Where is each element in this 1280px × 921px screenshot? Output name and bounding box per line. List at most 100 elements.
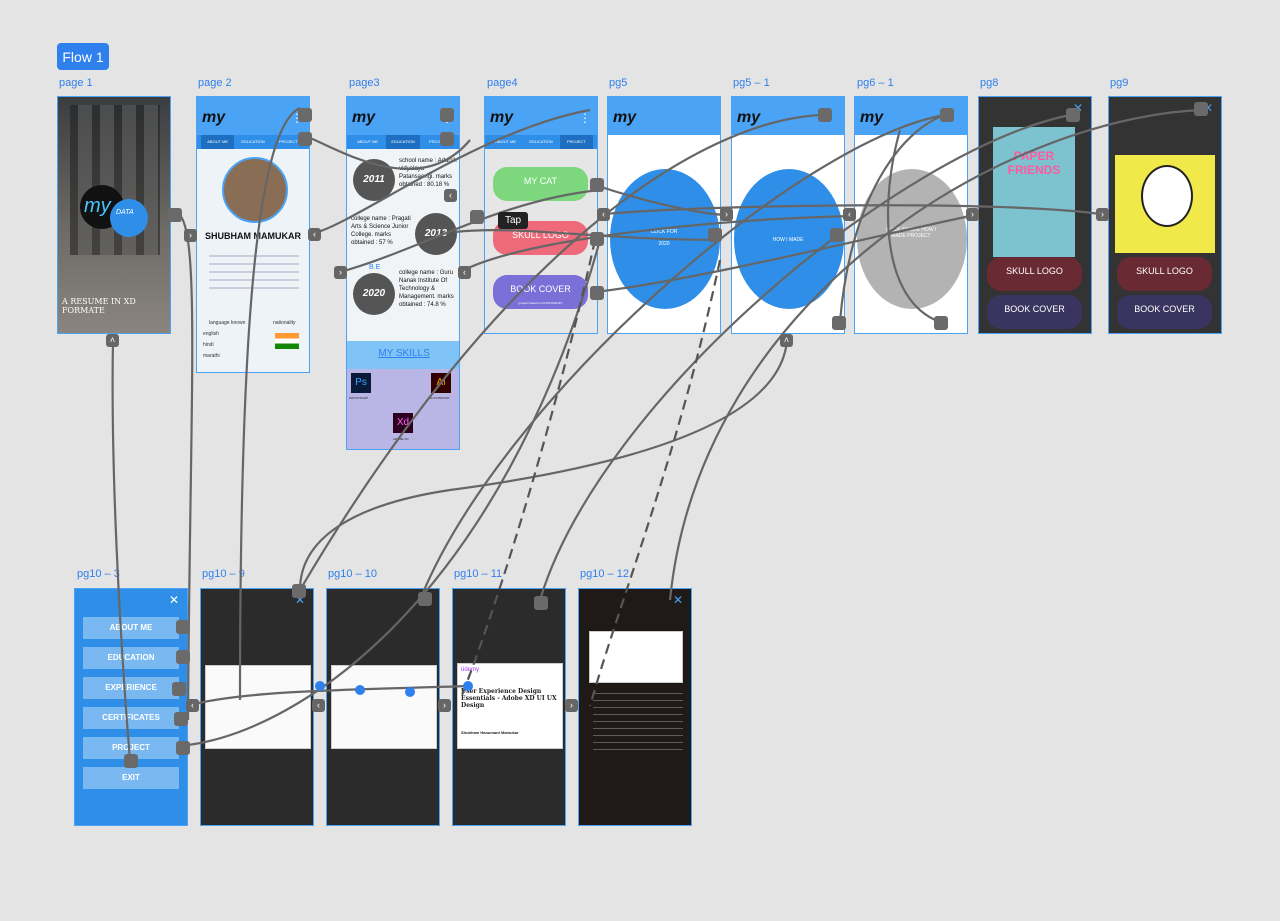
tab-education[interactable]: EDUCATION xyxy=(386,135,420,149)
close-icon[interactable]: ✕ xyxy=(673,593,683,607)
artboard-label-pg10-11[interactable]: pg10 – 11 xyxy=(454,568,502,580)
flow-1-badge[interactable]: Flow 1 xyxy=(57,43,109,70)
wire-arrow[interactable]: ˄ xyxy=(106,334,119,347)
wire-handle[interactable] xyxy=(440,108,454,122)
status-bar xyxy=(197,97,309,105)
wire-handle[interactable] xyxy=(830,228,844,242)
menu-experience[interactable]: EXPERIENCE xyxy=(83,677,179,699)
wire-handle[interactable] xyxy=(1194,102,1208,116)
artboard-pg5[interactable]: my CLICK FOR 2020 xyxy=(607,96,721,334)
internship-certificate xyxy=(589,631,683,683)
wire-arrow[interactable]: › xyxy=(438,699,451,712)
artboard-label-page3[interactable]: page3 xyxy=(349,77,380,89)
wire-arrow[interactable]: ˄ xyxy=(780,334,793,347)
book-cover-button[interactable]: BOOK COVER xyxy=(1117,295,1212,329)
artboard-pg10-10[interactable]: ✕ xyxy=(326,588,440,826)
artboard-label-pg8[interactable]: pg8 xyxy=(980,77,998,89)
menu-exit[interactable]: EXIT xyxy=(83,767,179,789)
tab-about-me[interactable]: ABOUT ME xyxy=(201,135,235,149)
menu-education[interactable]: EDUCATION xyxy=(83,647,179,669)
artboard-label-pg5[interactable]: pg5 xyxy=(609,77,627,89)
wire-arrow[interactable]: ‹ xyxy=(843,208,856,221)
wire-handle[interactable] xyxy=(440,132,454,146)
wire-arrow[interactable]: ‹ xyxy=(308,228,321,241)
circle-caption: CLICK FOR xyxy=(650,229,678,235)
artboard-label-page4[interactable]: page4 xyxy=(487,77,518,89)
wire-handle[interactable] xyxy=(124,754,138,768)
book-cover-button[interactable]: BOOK COVER xyxy=(987,295,1082,329)
wire-arrow[interactable]: ‹ xyxy=(597,208,610,221)
artboard-pg10-9[interactable]: ✕ xyxy=(200,588,314,826)
menu-about-me[interactable]: ABOUT ME xyxy=(83,617,179,639)
skills-section: MY SKILLS Ps PHOTOSHOP Ai ILLUSTRATOR Xd… xyxy=(347,341,459,449)
wire-handle[interactable] xyxy=(832,316,846,330)
wire-handle[interactable] xyxy=(708,228,722,242)
artboard-label-pg10-12[interactable]: pg10 – 12 xyxy=(580,568,629,580)
wire-arrow[interactable]: ‹ xyxy=(186,699,199,712)
wire-handle[interactable] xyxy=(176,741,190,755)
artboard-pg8[interactable]: ✕ PAPER FRIENDS SKULL LOGO BOOK COVER xyxy=(978,96,1092,334)
wire-handle[interactable] xyxy=(174,712,188,726)
wire-handle[interactable] xyxy=(176,650,190,664)
college2-info: college name : Guru Nanak Institute Of T… xyxy=(399,270,454,308)
artboard-page1[interactable]: my DATA A RESUME IN XD FORMATE xyxy=(57,96,171,334)
wire-arrow[interactable]: ‹ xyxy=(312,699,325,712)
artboard-pg10-11[interactable]: üdemy User Experience Design Essentials … xyxy=(452,588,566,826)
wire-arrow[interactable]: ‹ xyxy=(458,266,471,279)
tab-about-me[interactable]: ABOUT ME xyxy=(489,135,522,149)
wire-handle[interactable] xyxy=(590,178,604,192)
wire-arrow[interactable]: › xyxy=(1096,208,1109,221)
book-cover-button[interactable]: BOOK COVER (project based on PHOTOSHOP) xyxy=(493,275,588,309)
wire-handle[interactable] xyxy=(298,132,312,146)
artboard-pg9[interactable]: ✕ SKULL LOGO BOOK COVER xyxy=(1108,96,1222,334)
circle-year: 2020 xyxy=(658,241,670,247)
my-cat-button[interactable]: MY CAT xyxy=(493,167,588,201)
tap-tooltip: Tap xyxy=(498,212,528,229)
close-icon[interactable]: ✕ xyxy=(169,593,179,607)
skull-logo-button[interactable]: SKULL LOGO xyxy=(1117,257,1212,291)
wire-handle[interactable] xyxy=(176,620,190,634)
wire-handle[interactable] xyxy=(292,584,306,598)
wire-handle[interactable] xyxy=(818,108,832,122)
artboard-label-pg9[interactable]: pg9 xyxy=(1110,77,1128,89)
wire-arrow[interactable]: › xyxy=(720,208,733,221)
wire-arrow[interactable]: ‹ xyxy=(444,189,457,202)
artboard-page2[interactable]: my ⋮ ABOUT ME EDUCATION PROJECT SHUBHAM M… xyxy=(196,96,310,373)
artboard-pg6-1[interactable]: my CLICK TO SEE HOW I MADE PROJECT xyxy=(854,96,968,334)
artboard-page3[interactable]: my⋮ ABOUT MEEDUCATIONPROJECT 2011 school… xyxy=(346,96,460,450)
wire-handle[interactable] xyxy=(1066,108,1080,122)
artboard-label-pg5-1[interactable]: pg5 – 1 xyxy=(733,77,770,89)
wire-handle[interactable] xyxy=(934,316,948,330)
tab-education[interactable]: EDUCATION xyxy=(524,135,557,149)
menu-certificates[interactable]: CERTIFICATES xyxy=(83,707,179,729)
wire-handle[interactable] xyxy=(590,286,604,300)
wire-handle[interactable] xyxy=(298,108,312,122)
artboard-label-pg10-10[interactable]: pg10 – 10 xyxy=(328,568,377,580)
artboard-pg10-3[interactable]: ✕ ABOUT ME EDUCATION EXPERIENCE CERTIFIC… xyxy=(74,588,188,826)
tab-about-me[interactable]: ABOUT ME xyxy=(351,135,384,149)
artboard-label-page1[interactable]: page 1 xyxy=(59,77,93,89)
artboard-label-pg10-3[interactable]: pg10 – 3 xyxy=(77,568,120,580)
project-circle[interactable] xyxy=(857,169,967,309)
wire-handle[interactable] xyxy=(168,208,182,222)
more-icon[interactable]: ⋮ xyxy=(579,111,591,125)
tab-education[interactable]: EDUCATION xyxy=(236,135,269,149)
tab-project[interactable]: PROJECT xyxy=(559,135,593,149)
wire-handle[interactable] xyxy=(590,232,604,246)
artboard-pg10-12[interactable]: ✕ xyxy=(578,588,692,826)
wire-arrow[interactable]: › xyxy=(184,229,197,242)
wire-handle[interactable] xyxy=(418,592,432,606)
artboard-label-page2[interactable]: page 2 xyxy=(198,77,232,89)
project-circle[interactable] xyxy=(610,169,720,309)
artboard-label-pg6-1[interactable]: pg6 – 1 xyxy=(857,77,894,89)
wire-handle[interactable] xyxy=(940,108,954,122)
wire-handle[interactable] xyxy=(470,210,484,224)
skull-logo-button[interactable]: SKULL LOGO xyxy=(987,257,1082,291)
artboard-pg5-1[interactable]: my HOW I MADE xyxy=(731,96,845,334)
wire-arrow[interactable]: › xyxy=(565,699,578,712)
wire-arrow[interactable]: › xyxy=(966,208,979,221)
wire-arrow[interactable]: › xyxy=(334,266,347,279)
artboard-label-pg10-9[interactable]: pg10 – 9 xyxy=(202,568,245,580)
wire-handle[interactable] xyxy=(534,596,548,610)
wire-handle[interactable] xyxy=(172,682,186,696)
